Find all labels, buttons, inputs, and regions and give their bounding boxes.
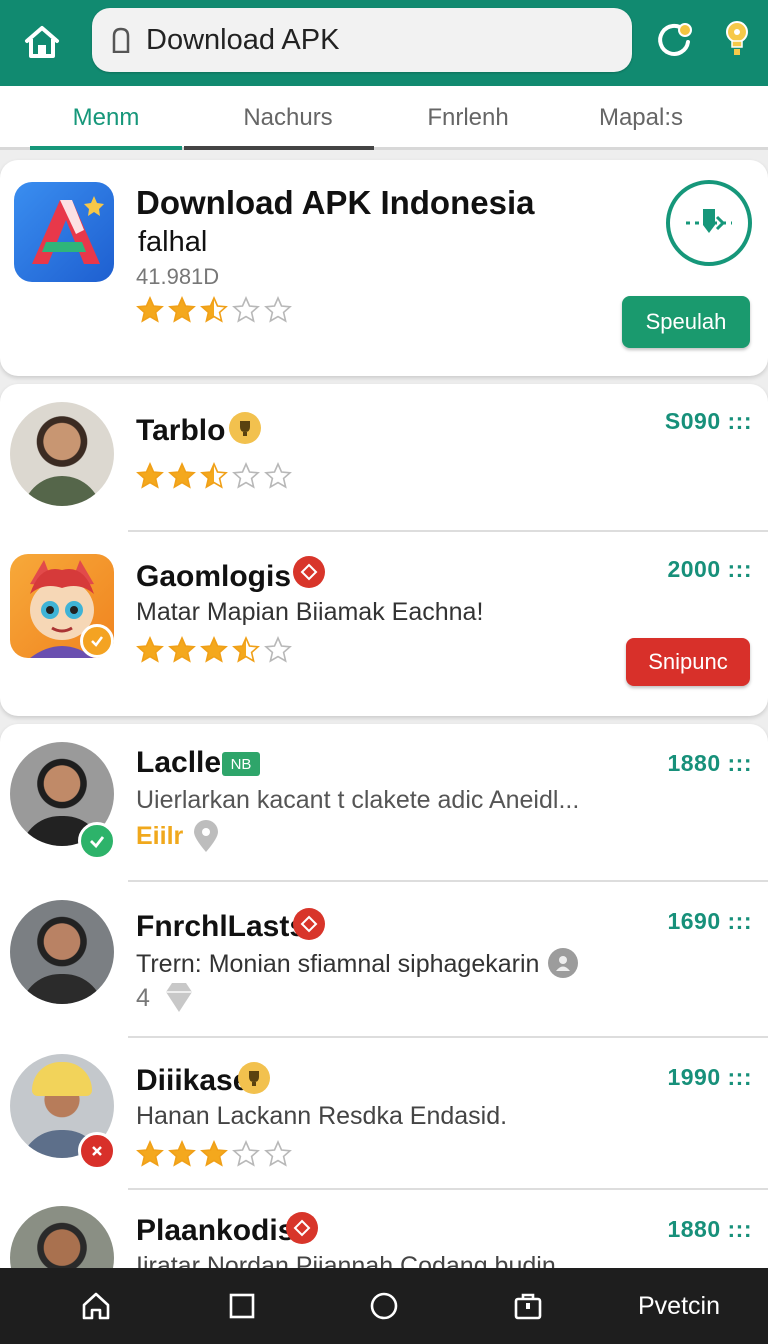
lightbulb-icon[interactable] — [722, 20, 752, 60]
bag-icon[interactable] — [508, 1286, 548, 1326]
item-description: Matar Mapian Biiamak Eachna! — [136, 598, 484, 626]
tab-fnrlenh[interactable]: Fnrlenh — [378, 86, 558, 150]
item-rating — [136, 636, 292, 664]
divider — [128, 880, 768, 882]
recents-icon[interactable] — [222, 1286, 262, 1326]
item-price: 2000 ::: — [667, 556, 752, 582]
item-meta: Eiilr — [136, 822, 184, 850]
star-filled-icon — [136, 1140, 164, 1167]
tab-mapals[interactable]: Mapal:s — [556, 86, 726, 150]
item-title[interactable]: Tarblo — [136, 414, 225, 448]
active-tab-indicator — [30, 146, 182, 150]
tag-badge: NB — [222, 752, 260, 776]
address-text: Download APK — [146, 23, 340, 56]
item-rating — [136, 1140, 292, 1168]
star-filled-icon — [136, 636, 164, 663]
tab-nachurs[interactable]: Nachurs — [198, 86, 378, 150]
tab-separator — [184, 146, 374, 150]
divider — [128, 530, 768, 532]
close-badge-icon — [78, 1132, 116, 1170]
item-price: 1880 ::: — [667, 1216, 752, 1242]
star-half-icon — [200, 296, 228, 323]
check-badge-icon — [78, 822, 116, 860]
star-filled-icon — [136, 296, 164, 323]
item-rating — [136, 462, 292, 490]
nav-label[interactable]: Pvetcin — [638, 1292, 720, 1321]
featured-size: 41.981D — [136, 264, 220, 289]
home-icon[interactable] — [18, 20, 66, 64]
item-title[interactable]: FnrchlLasts — [136, 910, 306, 944]
address-bar[interactable]: Download APK — [92, 8, 632, 72]
tab-bar: Menm Nachurs Fnrlenh Mapal:s — [0, 86, 768, 150]
featured-title: Download APK Indonesia — [136, 184, 535, 221]
app-list-group-1: Tarblo S090 ::: Gaomlogis Matar Mapian B… — [0, 384, 768, 716]
item-meta: 4 — [136, 984, 150, 1012]
verified-badge-icon — [80, 624, 114, 658]
item-price: 1990 ::: — [667, 1064, 752, 1090]
app-list-group-2: Laclle NB Uierlarkan kacant t clakete ad… — [0, 724, 768, 1310]
trophy-badge-icon — [229, 412, 261, 444]
star-empty-icon — [264, 636, 292, 663]
refresh-icon[interactable] — [654, 20, 694, 60]
star-filled-icon — [168, 1140, 196, 1167]
home-nav-icon[interactable] — [76, 1286, 116, 1326]
item-title[interactable]: Laclle — [136, 746, 221, 780]
star-empty-icon — [232, 296, 260, 323]
page-icon — [112, 27, 130, 53]
user-icon — [548, 948, 578, 978]
editor-choice-icon — [293, 556, 325, 588]
item-price: S090 ::: — [664, 408, 752, 434]
star-filled-icon — [200, 1140, 228, 1167]
system-nav-bar: Pvetcin — [0, 1268, 768, 1344]
star-filled-icon — [168, 636, 196, 663]
item-price: 1690 ::: — [667, 908, 752, 934]
avatar — [10, 900, 114, 1004]
action-button[interactable]: Snipunc — [626, 638, 750, 686]
featured-subtitle: falhal — [138, 226, 208, 258]
trophy-badge-icon — [238, 1062, 270, 1094]
tab-menm[interactable]: Menm — [30, 86, 182, 150]
star-empty-icon — [232, 1140, 260, 1167]
star-filled-icon — [168, 296, 196, 323]
star-empty-icon — [264, 1140, 292, 1167]
install-button[interactable]: Speulah — [622, 296, 750, 348]
star-filled-icon — [136, 462, 164, 489]
editor-choice-icon — [286, 1212, 318, 1244]
star-empty-icon — [264, 462, 292, 489]
item-price: 1880 ::: — [667, 750, 752, 776]
featured-app-card[interactable]: Download APK Indonesia falhal 41.981D Sp… — [0, 160, 768, 376]
star-filled-icon — [200, 636, 228, 663]
item-title[interactable]: Gaomlogis — [136, 560, 291, 594]
item-description: Hanan Lackann Resdka Endasid. — [136, 1102, 508, 1130]
featured-rating — [136, 296, 292, 324]
star-half-icon — [232, 636, 260, 663]
app-logo-icon — [14, 182, 114, 282]
item-description: Uierlarkan kacant t clakete adic Aneidl.… — [136, 786, 580, 814]
editor-choice-icon — [293, 908, 325, 940]
item-description: Trern: Monian sfiamnal siphagekarin — [136, 950, 540, 978]
item-title[interactable]: Plaankodis — [136, 1214, 294, 1248]
avatar — [10, 402, 114, 506]
browser-toolbar: Download APK — [0, 0, 768, 86]
star-empty-icon — [232, 462, 260, 489]
gem-icon — [164, 980, 194, 1014]
star-half-icon — [200, 462, 228, 489]
star-empty-icon — [264, 296, 292, 323]
download-icon[interactable] — [666, 180, 752, 266]
divider — [128, 1188, 768, 1190]
star-filled-icon — [168, 462, 196, 489]
divider — [128, 1036, 768, 1038]
circle-home-icon[interactable] — [364, 1286, 404, 1326]
item-title[interactable]: Diiikase — [136, 1064, 249, 1098]
location-pin-icon — [192, 820, 220, 854]
